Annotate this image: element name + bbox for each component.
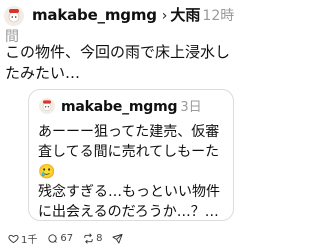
comment-button[interactable]: 67 <box>47 233 73 244</box>
topic-tag[interactable]: 大雨 <box>170 6 200 24</box>
chevron-right-icon: › <box>161 8 168 24</box>
post-text: この物件、今回の雨で床上浸水したみたい… <box>5 43 231 82</box>
username[interactable]: makabe_mgmg <box>32 6 157 24</box>
avatar-image <box>4 6 24 26</box>
avatar[interactable] <box>4 6 24 26</box>
heart-icon <box>8 234 19 243</box>
quoted-avatar-image <box>39 98 55 114</box>
quoted-time: 3日 <box>180 100 202 115</box>
action-bar: 1千 67 8 <box>8 230 238 246</box>
repost-icon <box>84 232 93 244</box>
quoted-username: makabe_mgmg <box>61 99 178 115</box>
quoted-text: あーーー狙ってた建売、仮審査してる間に売れてしもーた🥲 残念すぎる…もっといい物… <box>38 124 220 220</box>
comment-count: 67 <box>60 232 74 244</box>
share-icon <box>112 233 124 244</box>
repost-button[interactable]: 8 <box>83 233 102 244</box>
post-header: makabe_mgmg › 大雨 12時 <box>32 4 238 30</box>
quoted-header: makabe_mgmg 3日 <box>61 96 202 115</box>
quoted-post[interactable]: makabe_mgmg 3日 あーーー狙ってた建売、仮審査してる間に売れてしもーた… <box>28 89 234 221</box>
like-button[interactable]: 1千 <box>8 231 37 246</box>
thread-post: makabe_mgmg › 大雨 12時 間 この物件、今回の雨で床上浸水したみたい…… <box>0 0 241 250</box>
like-count: 1千 <box>21 234 38 246</box>
repost-count: 8 <box>96 232 103 244</box>
share-button[interactable] <box>112 233 125 244</box>
post-time: 12時 <box>202 8 235 24</box>
quoted-avatar <box>39 98 55 114</box>
comment-icon <box>48 233 58 243</box>
